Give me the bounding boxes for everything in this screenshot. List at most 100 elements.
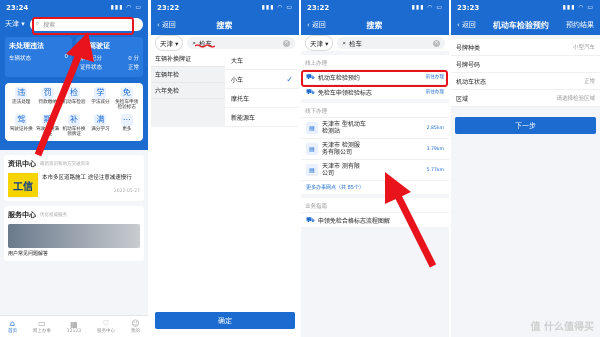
tab-home[interactable]: ⌂ 首页 xyxy=(8,319,17,334)
status-time: 23:22 xyxy=(157,3,180,12)
arrow-annotation xyxy=(385,172,437,268)
back-button[interactable]: ‹ 返回 xyxy=(307,20,326,30)
result-tab[interactable]: 预约结果 xyxy=(566,20,594,30)
region-select[interactable]: 区域 请选择检验区域 xyxy=(451,90,600,107)
distance: 2.85km xyxy=(426,125,444,131)
arrow-annotation xyxy=(34,32,94,157)
check-icon: ✓ xyxy=(286,74,293,84)
header: 23:22 ▮▮▮ ◠ ▭ ‹ 返回 搜索 xyxy=(151,0,299,35)
status-bar: 23:22 ▮▮▮ ◠ ▭ xyxy=(151,0,299,15)
user-icon: ☺ xyxy=(131,319,140,328)
tab-service[interactable]: ♡ 服务中心 xyxy=(97,319,115,334)
news-headline: 本市多区道路施工 途径注意减速慢行 xyxy=(42,175,132,181)
service-center-header: 服务中心 优化权威服务 xyxy=(8,211,67,219)
tab-mine[interactable]: ☺ 我的 xyxy=(131,319,140,334)
panel-home: 23:24 ▮▮▮ ◠ ▭ 天津 ▾ ⌕ 搜索 未处理违法 车辆状态0 ▣ 驾驶… xyxy=(0,0,148,337)
underline-annotation xyxy=(195,44,215,48)
option-item[interactable]: 小车 ✓ xyxy=(225,70,299,89)
next-button[interactable]: 下一步 xyxy=(455,117,596,134)
news-header: 资讯中心 最新资讯和地方交通资讯 xyxy=(8,160,90,168)
distance: 3.79km xyxy=(426,146,444,152)
city-selector[interactable]: 天津 ▾ xyxy=(305,35,334,51)
filter-columns: 车辆补换牌证 车辆年检 六年免检 大车 小车 ✓ 摩托车 新能源车 xyxy=(151,51,299,127)
chevron-left-icon: ‹ xyxy=(307,21,310,29)
status-bar: 23:24 ▮▮▮ ◠ ▭ xyxy=(5,0,143,15)
search-row: 天津 ▾ ⌕ 检车 × xyxy=(151,35,299,51)
car-icon: ⛟ xyxy=(306,87,315,96)
form-row[interactable]: 号牌种类 小型汽车 xyxy=(451,39,600,56)
navbar: ‹ 返回 搜索 xyxy=(151,15,299,35)
panel-search-results: 23:22 ▮▮▮ ◠ ▭ ‹ 返回 搜索 天津 ▾ ⌕ 检车 × 线上办理 ⛟ 机… xyxy=(301,0,449,337)
header: 23:22 ▮▮▮ ◠ ▭ ‹ 返回 搜索 xyxy=(301,0,449,35)
go-link[interactable]: 前往办理 xyxy=(426,89,444,95)
option-item[interactable]: 摩托车 xyxy=(225,89,299,108)
car-icon: ⛟ xyxy=(306,215,315,224)
back-button[interactable]: ‹ 返回 xyxy=(157,20,176,30)
category-item[interactable]: 车辆年检 xyxy=(151,67,225,83)
service-banner[interactable] xyxy=(8,224,140,248)
home-icon: ⌂ xyxy=(9,319,15,328)
group-header: 线上办理 xyxy=(305,61,328,67)
status-time: 23:24 xyxy=(6,3,29,12)
clear-icon[interactable]: × xyxy=(433,39,440,47)
search-icon: ⌕ xyxy=(342,38,346,47)
heart-icon: ♡ xyxy=(102,319,110,328)
highlight-box xyxy=(301,70,448,87)
tab-online[interactable]: ▭ 网上办事 xyxy=(33,319,51,334)
option-item[interactable]: 大车 xyxy=(225,51,299,70)
news-thumbnail: 工信 xyxy=(8,173,38,197)
header: 23:23 ▮▮▮ ◠ ▭ ‹ 返回 机动车检验预约 预约结果 xyxy=(451,0,600,35)
more-icon: ⋯ xyxy=(120,114,133,127)
category-item[interactable]: 车辆补换牌证 xyxy=(151,51,225,67)
service-caption: 用户常见问题解答 xyxy=(8,251,49,257)
status-bar: 23:23 ▮▮▮ ◠ ▭ xyxy=(451,0,600,15)
news-item[interactable]: 工信 本市多区道路施工 途径注意减速慢行 2022-05-27 xyxy=(8,173,140,197)
back-button[interactable]: ‹ 返回 xyxy=(457,20,476,30)
page-title: 搜索 xyxy=(216,20,233,30)
search-input[interactable]: ⌕ 检车 × xyxy=(337,37,445,49)
navbar: ‹ 返回 搜索 xyxy=(301,15,449,35)
search-query: 检车 xyxy=(348,40,362,48)
signal-icon: ▮▮▮ ◠ ▭ xyxy=(261,4,293,11)
search-row: 天津 ▾ ⌕ 检车 × xyxy=(301,35,449,51)
scan-icon: ▦ xyxy=(70,319,78,329)
option-list: 大车 小车 ✓ 摩托车 新能源车 xyxy=(225,51,299,127)
group-header: 线下办理 xyxy=(305,109,328,115)
booking-form: 号牌种类 小型汽车 号牌号码 机动车状态 正常 区域 请选择检验区域 xyxy=(451,39,600,107)
office-row[interactable]: ▤ 天津市 型机动车 检测站 2.85km xyxy=(301,117,449,138)
chevron-left-icon: ‹ xyxy=(457,21,460,29)
service-icon: 免 xyxy=(120,87,133,99)
clear-icon[interactable]: × xyxy=(283,39,290,47)
bottom-tabbar: ⌂ 首页 ▭ 网上办事 ▦ 12123 ♡ 服务中心 ☺ 我的 xyxy=(0,315,148,337)
form-row: 机动车状态 正常 xyxy=(451,73,600,90)
option-item[interactable]: 新能源车 xyxy=(225,108,299,127)
watermark: 值 什么值得买 xyxy=(530,322,594,333)
news-date: 2022-05-27 xyxy=(113,189,140,194)
city-selector[interactable]: 天津 ▾ xyxy=(155,35,184,51)
signal-icon: ▮▮▮ ◠ ▭ xyxy=(562,4,594,11)
page-title: 机动车检验预约 xyxy=(492,20,549,30)
navbar: ‹ 返回 机动车检验预约 预约结果 xyxy=(451,15,600,35)
category-list: 车辆补换牌证 车辆年检 六年免检 xyxy=(151,51,225,127)
form-row[interactable]: 号牌号码 xyxy=(451,56,600,73)
city-selector[interactable]: 天津 ▾ xyxy=(5,19,25,29)
status-time: 23:22 xyxy=(307,3,330,12)
news-section: 资讯中心 最新资讯和地方交通资讯 工信 本市多区道路施工 途径注意减速慢行 202… xyxy=(4,155,144,201)
confirm-button[interactable]: 确定 xyxy=(155,312,295,329)
category-item[interactable]: 六年免检 xyxy=(151,83,225,99)
status-bar: 23:22 ▮▮▮ ◠ ▭ xyxy=(301,0,449,15)
online-icon: ▭ xyxy=(38,319,46,328)
chevron-left-icon: ‹ xyxy=(157,21,160,29)
signal-icon: ▮▮▮ ◠ ▭ xyxy=(110,4,142,11)
panel-search-filter: 23:22 ▮▮▮ ◠ ▭ ‹ 返回 搜索 天津 ▾ ⌕ 检车 × 车辆补换牌证 … xyxy=(151,0,299,337)
office-icon: ▤ xyxy=(306,143,318,155)
signal-icon: ▮▮▮ ◠ ▭ xyxy=(411,4,443,11)
tab-12123[interactable]: ▦ 12123 xyxy=(67,320,81,334)
page-title: 搜索 xyxy=(366,20,383,30)
office-row[interactable]: ▤ 天津市 检测服 务有限公司 3.79km xyxy=(301,138,449,159)
panel-inspection-booking: 23:23 ▮▮▮ ◠ ▭ ‹ 返回 机动车检验预约 预约结果 号牌种类 小型汽车 … xyxy=(451,0,600,337)
service-item[interactable]: 免免检车申领检验标志 xyxy=(114,87,140,110)
service-center-section: 服务中心 优化权威服务 用户常见问题解答 xyxy=(4,206,144,261)
service-more[interactable]: ⋯ 更多 xyxy=(114,114,140,137)
status-time: 23:23 xyxy=(457,3,480,12)
